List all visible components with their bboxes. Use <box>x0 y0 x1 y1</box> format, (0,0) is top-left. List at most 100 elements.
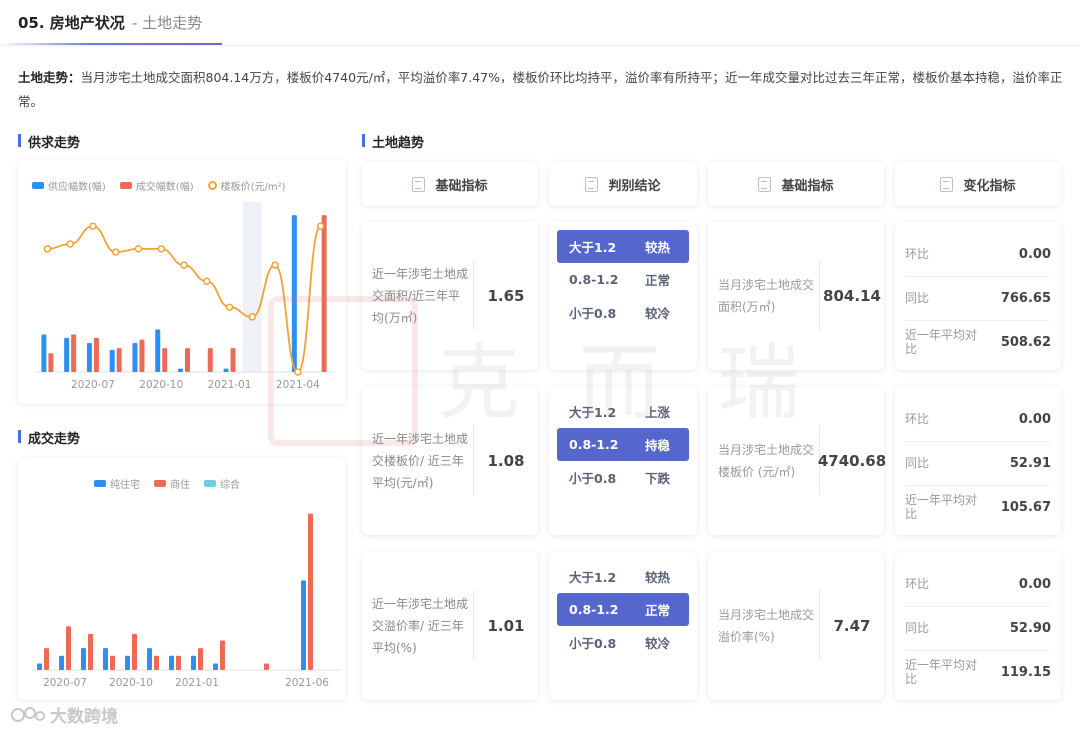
bar-supply <box>223 368 229 372</box>
document-icon <box>412 176 426 192</box>
bar-supply <box>132 343 138 372</box>
judgement-result: 持稳 <box>645 438 671 453</box>
summary-text: 当月涉宅土地成交面积804.14万方，楼板价4740元/㎡，平均溢价率7.47%… <box>18 70 1063 109</box>
judgement-result: 较热 <box>645 570 671 585</box>
base-indicator-label: 当月涉宅土地成交面积(万㎡) <box>718 278 815 314</box>
price-point <box>294 368 302 376</box>
bar-commercial <box>110 655 115 670</box>
judgement-row: 小于0.8 较冷 <box>557 626 689 659</box>
change-label: 同比 <box>905 456 930 470</box>
judgement-range: 0.8-1.2 <box>569 602 619 617</box>
price-point <box>248 313 257 321</box>
section-title: 05. 房地产状况 <box>18 14 125 32</box>
price-point <box>271 261 279 269</box>
change-value: 0.00 <box>1018 576 1051 592</box>
document-icon <box>585 176 599 192</box>
indicator-card: 近一年涉宅土地成交面积/近三年平均(万㎡) 1.65 <box>362 222 538 370</box>
column-header-label: 基础指标 <box>435 178 488 194</box>
x-tick-label: 2020-10 <box>139 379 183 391</box>
column-header: 变化指标 <box>895 162 1061 206</box>
x-tick-label: 2020-07 <box>43 677 87 689</box>
bar-deal <box>321 215 327 372</box>
deal-section-title: 成交走势 <box>18 428 80 447</box>
change-label: 环比 <box>905 577 930 591</box>
judgement-result: 下跌 <box>645 471 671 486</box>
change-label: 同比 <box>905 621 930 635</box>
price-point <box>180 261 188 269</box>
deal-chart-panel: 纯住宅 商住 综合 2020-07 2020-10 2021-01 2021-06 <box>18 458 346 700</box>
change-value: 52.91 <box>1009 455 1051 471</box>
bar-deal <box>93 337 99 372</box>
judgement-row: 小于0.8 较冷 <box>557 296 689 329</box>
change-label: 近一年平均对比 <box>905 658 978 686</box>
x-tick-label: 2020-10 <box>109 677 153 689</box>
bar-residential <box>125 655 130 670</box>
judgement-range: 小于0.8 <box>569 471 617 486</box>
judgement-result: 较冷 <box>645 306 671 321</box>
brand-mark: 大数跨境 <box>10 702 118 727</box>
summary-label: 土地走势： <box>18 70 81 85</box>
bar-commercial <box>154 655 159 670</box>
indicator-card: 近一年涉宅土地成交溢价率/ 近三年平均(%) 1.01 <box>362 552 538 700</box>
price-point <box>66 240 74 248</box>
judgement-card: 大于1.2 较热 0.8-1.2 正常 小于0.8 较冷 <box>549 552 697 700</box>
base-indicator-value: 804.14 <box>823 287 881 305</box>
summary-paragraph: 土地走势：当月涉宅土地成交面积804.14万方，楼板价4740元/㎡，平均溢价率… <box>18 66 1063 114</box>
column-header: 判别结论 <box>549 162 697 206</box>
judgement-card: 大于1.2 上涨 0.8-1.2 持稳 小于0.8 下跌 <box>549 387 697 535</box>
x-tick-label: 2021-01 <box>208 379 252 391</box>
brand-logo-icon <box>11 706 45 722</box>
change-value: 52.90 <box>1009 620 1051 636</box>
bar-supply <box>109 349 115 372</box>
bar-commercial <box>132 633 137 670</box>
indicator-label: 近一年涉宅土地成交面积/近三年平均(万㎡) <box>372 267 469 325</box>
judgement-row: 0.8-1.2 正常 <box>557 263 689 296</box>
change-row: 环比 0.00 <box>905 562 1051 606</box>
price-point <box>203 277 211 286</box>
change-value: 0.00 <box>1018 411 1051 427</box>
change-value: 119.15 <box>1000 664 1051 680</box>
bar-deal <box>185 348 190 372</box>
change-value: 105.67 <box>1000 499 1051 515</box>
change-label: 同比 <box>905 291 930 305</box>
column-header-label: 基础指标 <box>781 178 834 194</box>
change-row: 环比 0.00 <box>905 232 1051 276</box>
column-header: 基础指标 <box>708 162 884 206</box>
change-label: 近一年平均对比 <box>905 328 978 356</box>
bar-deal <box>71 334 77 372</box>
indicator-label: 近一年涉宅土地成交楼板价/ 近三年平均(元/㎡) <box>372 432 469 490</box>
price-point <box>111 248 120 256</box>
bar-supply <box>291 215 297 372</box>
document-icon <box>940 176 954 192</box>
price-point <box>157 245 165 253</box>
change-row: 同比 52.91 <box>905 441 1051 485</box>
judgement-result: 较热 <box>645 240 671 255</box>
judgement-range: 小于0.8 <box>569 636 617 651</box>
change-value: 766.65 <box>1000 290 1051 306</box>
indicator-ratio: 1.08 <box>487 452 525 470</box>
bar-residential <box>213 663 218 670</box>
judgement-result: 正常 <box>645 273 671 288</box>
column-header-label: 判别结论 <box>608 178 661 194</box>
judgement-range: 0.8-1.2 <box>569 272 619 287</box>
column-header: 基础指标 <box>362 162 538 206</box>
judgement-row: 大于1.2 较热 <box>557 230 689 263</box>
price-point <box>134 245 143 253</box>
judgement-card: 大于1.2 较热 0.8-1.2 正常小于0.8 较冷 <box>549 222 697 370</box>
bar-commercial <box>176 655 181 670</box>
bar-commercial <box>220 640 225 670</box>
base-indicator-card: 当月涉宅土地成交楼板价 (元/㎡) 4740.68 <box>708 387 886 535</box>
bar-supply <box>178 368 183 372</box>
trend-section-title: 土地趋势 <box>362 132 424 151</box>
change-label: 环比 <box>905 412 930 426</box>
change-value: 508.62 <box>1000 334 1051 350</box>
judgement-row: 0.8-1.2 持稳 <box>557 428 689 461</box>
bar-residential <box>103 648 108 670</box>
bar-deal <box>207 348 213 372</box>
change-row: 同比 766.65 <box>905 276 1051 320</box>
judgement-range: 大于1.2 <box>569 405 617 420</box>
bar-residential <box>37 663 42 670</box>
judgement-range: 大于1.2 <box>569 240 617 255</box>
column-header-label: 变化指标 <box>963 178 1016 194</box>
brand-name: 大数跨境 <box>50 707 118 727</box>
